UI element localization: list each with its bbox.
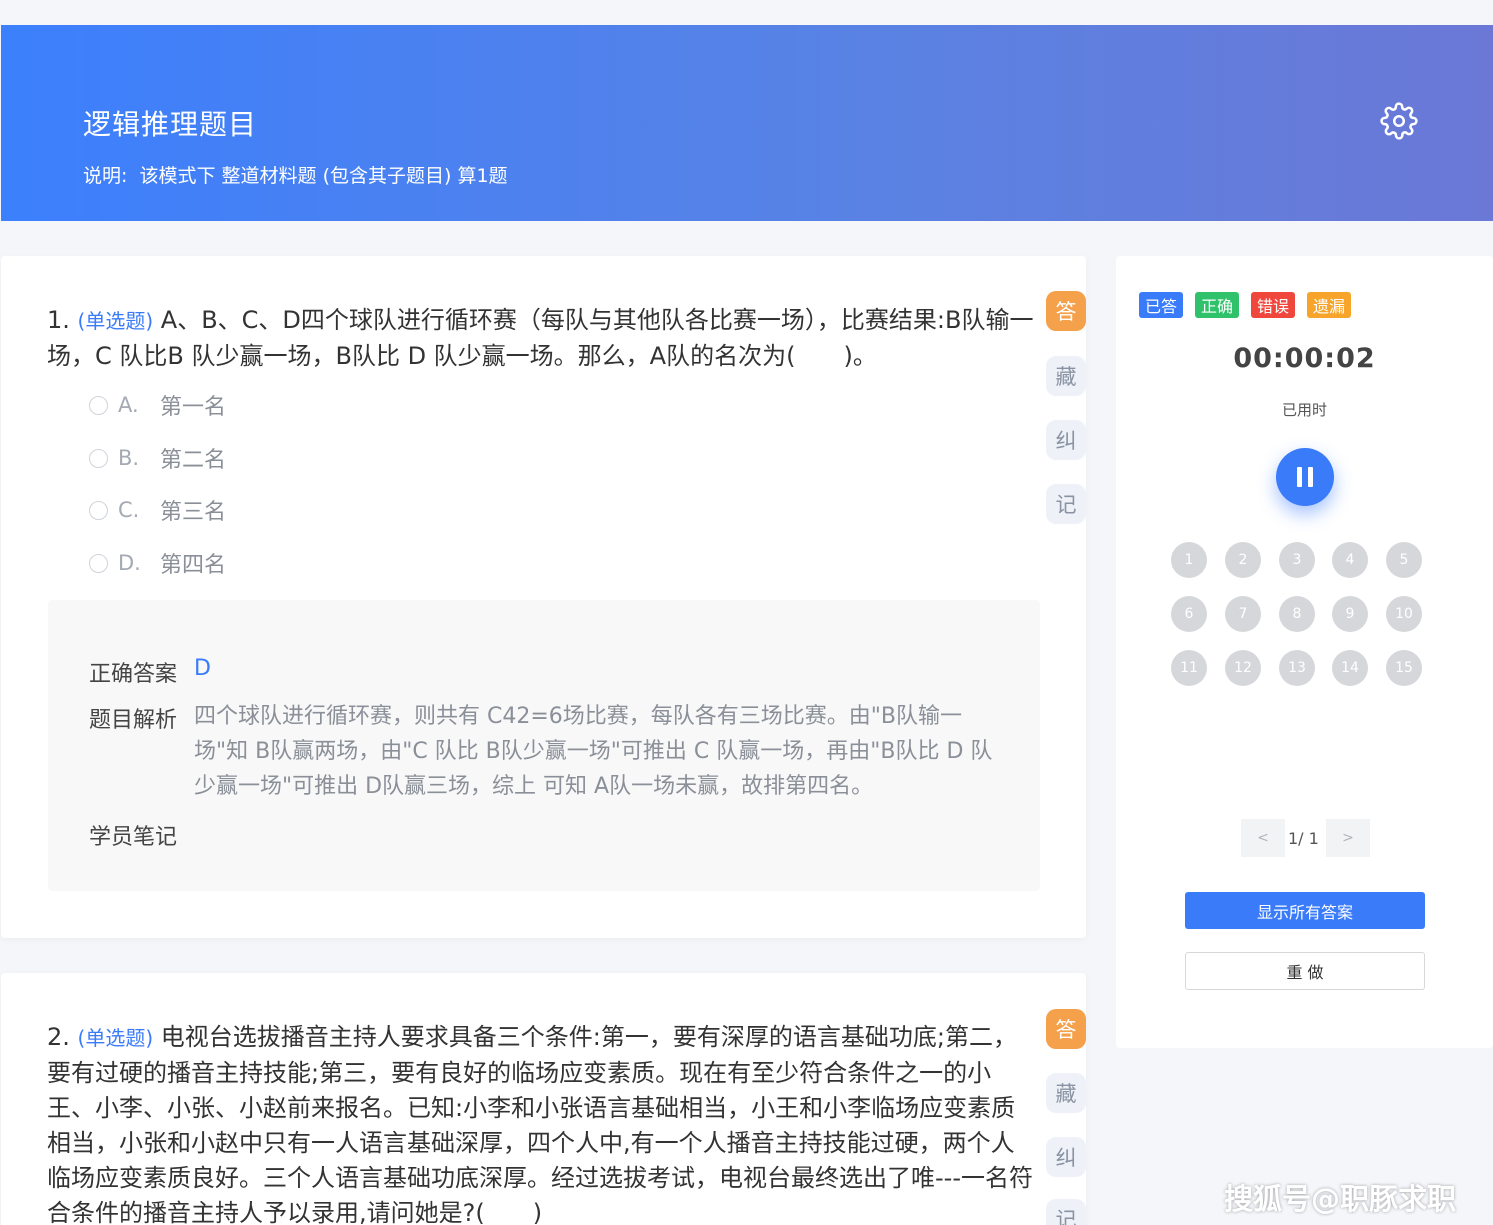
option-d[interactable]: D. 第四名 <box>89 548 226 578</box>
option-letter: C. <box>118 498 140 522</box>
radio-circle[interactable] <box>89 448 108 468</box>
pause-icon-bar <box>1297 467 1302 487</box>
question-nav-13[interactable]: 13 <box>1279 650 1315 686</box>
pause-button[interactable] <box>1276 448 1334 506</box>
report-error-button[interactable]: 纠 <box>1046 1137 1086 1177</box>
question-nav-14[interactable]: 14 <box>1332 650 1368 686</box>
desc-text: 该模式下 整道材料题 (包含其子题目) 算1题 <box>139 165 508 187</box>
question-nav-9[interactable]: 9 <box>1332 596 1368 632</box>
question-nav-5[interactable]: 5 <box>1386 542 1422 578</box>
question-nav-1[interactable]: 1 <box>1171 542 1207 578</box>
option-c[interactable]: C. 第三名 <box>89 495 226 525</box>
elapsed-timer: 00:00:02 <box>1233 343 1376 374</box>
radio-circle[interactable] <box>89 553 108 573</box>
page-title: 逻辑推理题目 <box>83 108 258 141</box>
question-2-stem: 2. (单选题) 电视台选拔播音主持人要求具备三个条件:第一，要有深厚的语言基础… <box>47 1020 1037 1225</box>
timer-label: 已用时 <box>1281 401 1327 419</box>
option-text: 第四名 <box>160 553 227 578</box>
legend-answered: 已答 <box>1139 292 1184 318</box>
pause-icon-bar <box>1308 467 1313 487</box>
question-nav-8[interactable]: 8 <box>1279 596 1315 632</box>
note-button[interactable]: 记 <box>1046 1199 1086 1225</box>
favorite-button[interactable]: 藏 <box>1046 356 1086 396</box>
show-all-answers-button[interactable]: 显示所有答案 <box>1185 892 1425 929</box>
option-a[interactable]: A. 第一名 <box>89 390 226 420</box>
question-nav-15[interactable]: 15 <box>1386 650 1422 686</box>
question-number: 2. <box>47 1023 70 1051</box>
correct-answer-label: 正确答案 <box>89 662 178 687</box>
header-banner: 逻辑推理题目 说明: 该模式下 整道材料题 (包含其子题目) 算1题 <box>1 25 1493 221</box>
option-text: 第二名 <box>160 448 227 473</box>
watermark-text: 搜狐号@职豚求职 <box>1224 1182 1457 1216</box>
note-button[interactable]: 记 <box>1046 484 1086 524</box>
analysis-label: 题目解析 <box>89 708 178 733</box>
question-text: A、B、C、D四个球队进行循环赛（每队与其他队各比赛一场），比赛结果:B队输一场… <box>47 306 1034 370</box>
option-text: 第三名 <box>160 500 227 525</box>
answer-button[interactable]: 答 <box>1046 291 1086 331</box>
question-type: (单选题) <box>77 1026 154 1050</box>
question-nav-6[interactable]: 6 <box>1171 596 1207 632</box>
favorite-button[interactable]: 藏 <box>1046 1073 1086 1113</box>
pager-status: 1/ 1 <box>1288 829 1319 848</box>
question-1-stem: 1. (单选题) A、B、C、D四个球队进行循环赛（每队与其他队各比赛一场），比… <box>47 303 1037 374</box>
answer-button[interactable]: 答 <box>1046 1009 1086 1049</box>
option-letter: D. <box>118 551 141 575</box>
question-nav-12[interactable]: 12 <box>1225 650 1261 686</box>
redo-button[interactable]: 重 做 <box>1185 952 1425 990</box>
option-letter: A. <box>118 393 139 417</box>
question-nav-3[interactable]: 3 <box>1279 542 1315 578</box>
report-error-button[interactable]: 纠 <box>1046 420 1086 460</box>
question-number: 1. <box>47 306 70 334</box>
question-text: 电视台选拔播音主持人要求具备三个条件:第一，要有深厚的语言基础功底;第二，要有过… <box>47 1023 1033 1225</box>
question-nav-2[interactable]: 2 <box>1225 542 1261 578</box>
legend-missed: 遗漏 <box>1307 292 1352 318</box>
question-nav-10[interactable]: 10 <box>1386 596 1422 632</box>
option-letter: B. <box>118 446 140 470</box>
pager-next-button[interactable]: > <box>1326 819 1370 857</box>
question-nav-7[interactable]: 7 <box>1225 596 1261 632</box>
legend-correct: 正确 <box>1195 292 1240 318</box>
question-nav-4[interactable]: 4 <box>1332 542 1368 578</box>
option-b[interactable]: B. 第二名 <box>89 443 226 473</box>
option-text: 第一名 <box>160 395 227 420</box>
correct-answer-value: D <box>194 656 211 681</box>
pager-prev-button[interactable]: < <box>1241 819 1285 857</box>
mode-description: 说明: 该模式下 整道材料题 (包含其子题目) 算1题 <box>83 161 508 188</box>
desc-label: 说明: <box>83 165 128 187</box>
radio-circle[interactable] <box>89 395 108 415</box>
legend-wrong: 错误 <box>1251 292 1296 318</box>
gear-icon[interactable] <box>1380 102 1418 140</box>
analysis-text: 四个球队进行循环赛，则共有 C42=6场比赛，每队各有三场比赛。由"B队输一场"… <box>194 704 993 799</box>
radio-circle[interactable] <box>89 500 108 520</box>
notes-label: 学员笔记 <box>89 825 178 850</box>
question-type: (单选题) <box>77 309 154 333</box>
question-nav-11[interactable]: 11 <box>1171 650 1207 686</box>
